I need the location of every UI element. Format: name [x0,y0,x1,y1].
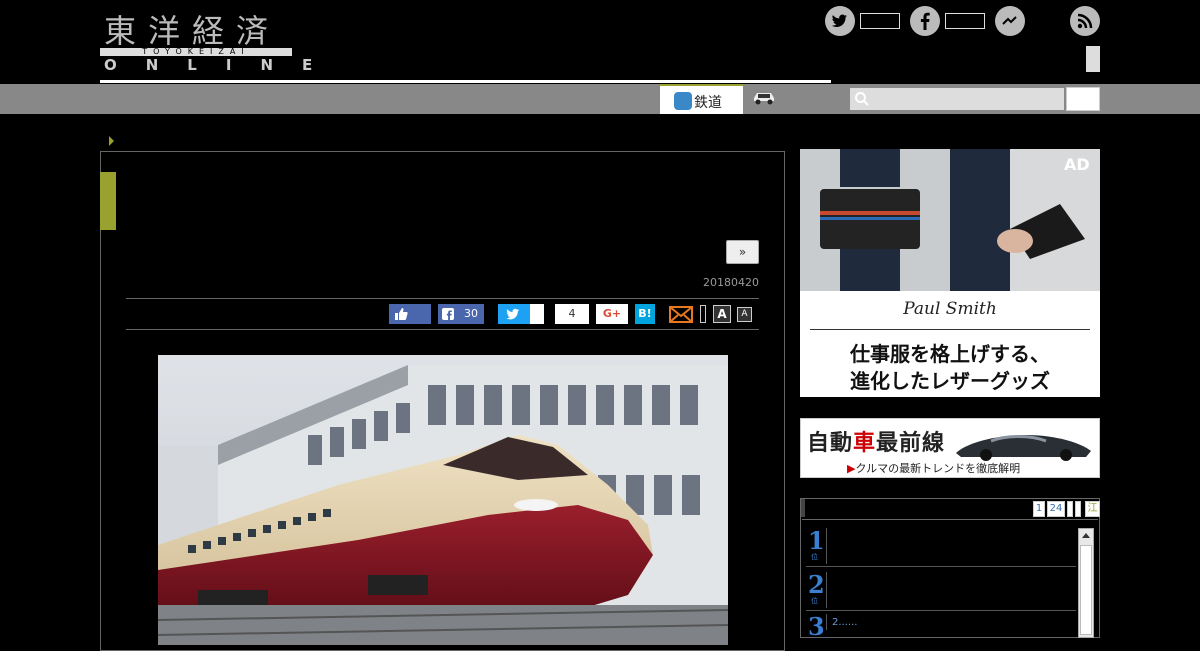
concept-car-icon [956,435,1091,461]
ranking-tab-24h[interactable]: 24 [1047,501,1065,517]
mail-icon [669,306,693,323]
pocket-count: 4 [555,304,589,324]
twitter-share-count [530,304,544,324]
ranking-item-1-suffix: 位 [811,553,818,561]
breadcrumb-arrow [109,136,114,146]
ad-label: AD [1064,155,1090,174]
ranking-scrollbar[interactable] [1078,528,1094,638]
ad-copy-line2: 進化したレザーグッズ [850,369,1050,393]
font-size-small-button[interactable]: A [737,307,752,322]
search-button[interactable] [1066,87,1100,111]
banner-subtitle: ▶クルマの最新トレンドを徹底解明 [847,462,1021,475]
tab-automobile[interactable] [752,90,776,106]
facebook-small-icon [442,308,454,320]
car-icon [754,93,774,105]
facebook-share-count: 30 [464,307,478,320]
banner-title: 自動車最前線 [807,431,946,456]
twitter-count-box [860,13,900,29]
print-button[interactable] [700,305,706,323]
ranking-separator [806,566,1076,567]
ranking-tab-5[interactable]: 江 [1085,501,1100,517]
next-page-button[interactable]: » [726,240,759,264]
logo-kanji: 東洋経済 [104,12,281,50]
facebook-icon[interactable] [910,6,940,36]
header-menu-box[interactable] [1086,46,1100,72]
auto-frontline-banner[interactable]: 自動車最前線 ▶クルマの最新トレンドを徹底解明 [800,418,1100,478]
ranking-item-3-bar [826,614,827,630]
scrollbar-thumb[interactable] [1080,545,1092,635]
sidebar-ad[interactable]: Paul Smith 仕事服を格上げする、 進化したレザーグッズ [800,149,1100,397]
train-icon [674,92,692,110]
ranking-item-2-bar [826,572,827,608]
tab-railway[interactable]: 鉄道 [660,84,743,114]
twitter-icon[interactable] [825,6,855,36]
share-bar-top-rule [126,298,759,299]
facebook-share-button[interactable]: 30 [438,304,484,324]
ranking-item-1-bar [826,528,827,564]
logo-online: ONLINE [104,56,342,74]
ranking-tab-3[interactable] [1067,501,1073,517]
rss-icon[interactable] [1070,6,1100,36]
scroll-up-icon[interactable] [1082,533,1090,538]
ranking-item-2-number: 2 [808,570,825,599]
google-plus-button[interactable]: G+ [596,304,628,324]
article-title-marker [100,172,116,230]
hatena-bookmark-button[interactable]: B! [635,304,655,324]
share-bar-bottom-rule [126,329,759,330]
tab-railway-label: 鉄道 [694,95,722,111]
font-size-large-button[interactable]: A [713,305,731,323]
facebook-like-button[interactable] [389,304,431,324]
mail-share-button[interactable] [668,304,694,324]
twitter-share-button[interactable] [498,304,530,324]
ad-photo [800,149,1100,291]
ad-brand: Paul Smith [903,299,997,319]
ranking-item-2-suffix: 位 [811,597,818,605]
ad-divider [810,329,1090,330]
messenger-icon[interactable] [995,6,1025,36]
header-divider [100,80,831,83]
ranking-tab-1h[interactable]: 1 [1033,501,1045,517]
site-logo[interactable]: 東洋経済 TOYOKEIZAI ONLINE [100,6,312,74]
ranking-item-1-number: 1 [808,526,825,555]
ranking-separator [806,610,1076,611]
article-photo [158,355,728,645]
ranking-header-rule [802,519,1098,520]
article-date: 20180420 [703,276,759,289]
ranking-item-3-title[interactable]: 2...... [832,617,857,628]
ranking-item-3-number: 3 [808,612,825,641]
search-icon [854,91,870,107]
ranking-tab-4[interactable] [1075,501,1081,517]
facebook-count-box [945,13,985,29]
thumbs-up-icon [395,308,408,320]
ranking-header-marker [801,499,805,517]
twitter-small-icon [506,308,520,320]
ad-copy-line1: 仕事服を格上げする、 [850,342,1050,366]
search-input[interactable] [850,88,1064,110]
